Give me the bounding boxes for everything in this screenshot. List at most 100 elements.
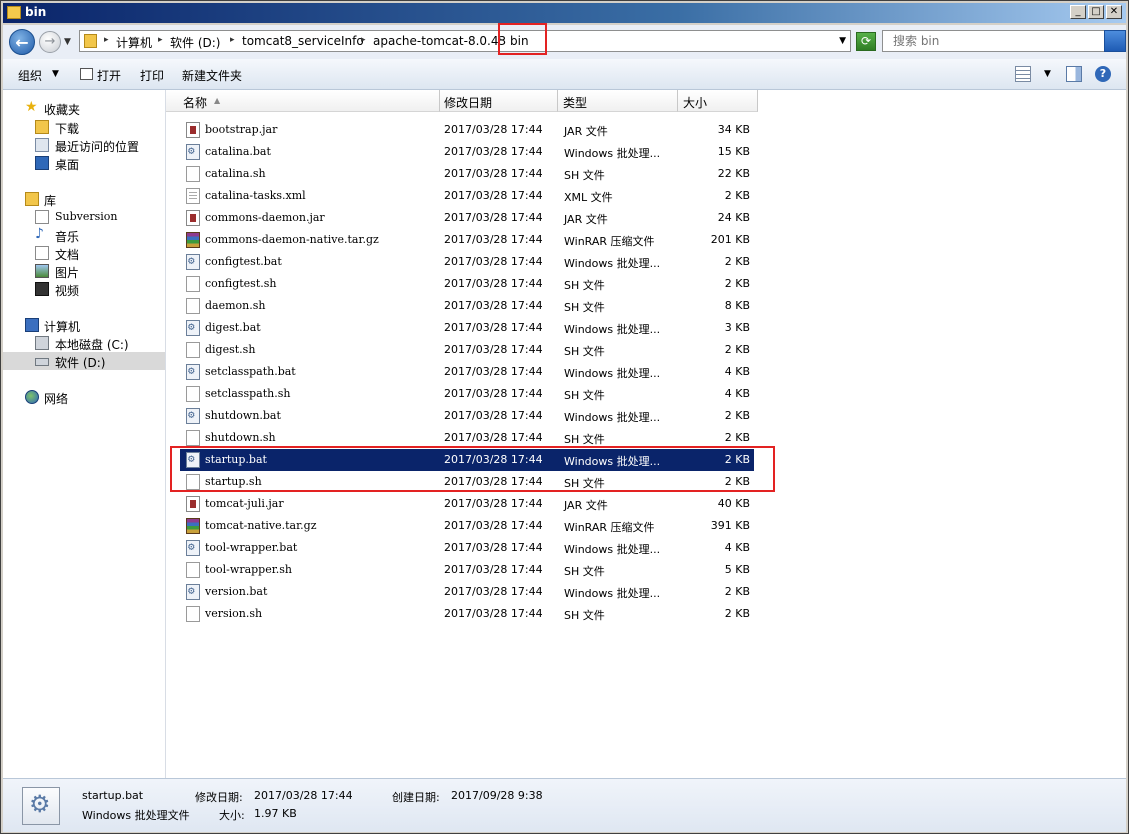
title-bar[interactable]: bin _ □ ✕ xyxy=(3,3,1126,23)
sidebar-item-computer[interactable]: 计算机 xyxy=(3,316,165,334)
file-row[interactable]: catalina-tasks.xml 2017/03/28 17:44 XML 文件… xyxy=(180,185,754,207)
file-row[interactable]: setclasspath.sh 2017/03/28 17:44 SH 文件 4 KB xyxy=(180,383,754,405)
file-name: commons-daemon-native.tar.gz xyxy=(205,233,379,246)
sidebar-item-downloads[interactable]: 下载 xyxy=(3,118,165,136)
recent-pages-chevron-icon[interactable]: ▼ xyxy=(64,37,71,47)
search-icon[interactable] xyxy=(1104,30,1126,52)
libraries-icon xyxy=(25,192,39,206)
file-name: tomcat-juli.jar xyxy=(205,497,284,510)
search-box[interactable] xyxy=(882,30,1126,52)
file-name: commons-daemon.jar xyxy=(205,211,325,224)
column-header-name[interactable]: 名称 ▲ xyxy=(166,90,440,112)
back-button[interactable]: ← xyxy=(9,29,35,55)
file-row[interactable]: catalina.sh 2017/03/28 17:44 SH 文件 22 KB xyxy=(180,163,754,185)
text-file-icon xyxy=(186,386,200,402)
text-file-icon xyxy=(186,166,200,182)
file-row[interactable]: tomcat-juli.jar 2017/03/28 17:44 JAR 文件 40 … xyxy=(180,493,754,515)
recent-places-icon xyxy=(35,138,49,152)
file-row[interactable]: version.bat 2017/03/28 17:44 Windows 批处理..… xyxy=(180,581,754,603)
sidebar-item-recent-places[interactable]: 最近访问的位置 xyxy=(3,136,165,154)
sidebar-item-favorites[interactable]: ★ 收藏夹 xyxy=(3,99,165,117)
file-size: 2 KB xyxy=(724,277,750,290)
file-row[interactable]: digest.sh 2017/03/28 17:44 SH 文件 2 KB xyxy=(180,339,754,361)
chevron-down-icon[interactable]: ▼ xyxy=(1044,69,1051,79)
refresh-button[interactable]: ⟳ xyxy=(856,32,876,51)
organize-button[interactable]: 组织 xyxy=(18,67,42,84)
file-row[interactable]: commons-daemon-native.tar.gz 2017/03/28 1… xyxy=(180,229,754,251)
file-size: 2 KB xyxy=(724,409,750,422)
file-name: setclasspath.sh xyxy=(205,387,291,400)
file-row[interactable]: daemon.sh 2017/03/28 17:44 SH 文件 8 KB xyxy=(180,295,754,317)
details-created-value: 2017/09/28 9:38 xyxy=(451,789,543,802)
text-file-icon xyxy=(186,298,200,314)
file-row[interactable]: tool-wrapper.sh 2017/03/28 17:44 SH 文件 5 KB xyxy=(180,559,754,581)
file-row[interactable]: catalina.bat 2017/03/28 17:44 Windows 批处理.… xyxy=(180,141,754,163)
column-header-size[interactable]: 大小 xyxy=(678,90,758,112)
chevron-right-icon[interactable]: ▸ xyxy=(361,35,366,45)
chevron-right-icon[interactable]: ▸ xyxy=(158,35,163,45)
sidebar-item-subversion[interactable]: Subversion xyxy=(3,208,165,226)
breadcrumb-tomcat-serviceinfo[interactable]: tomcat8_serviceInfo xyxy=(242,34,364,48)
sidebar-item-music[interactable]: ♪ 音乐 xyxy=(3,226,165,244)
file-type: SH 文件 xyxy=(564,345,605,358)
column-header-date[interactable]: 修改日期 xyxy=(440,90,558,112)
sidebar-item-libraries[interactable]: 库 xyxy=(3,190,165,208)
print-button[interactable]: 打印 xyxy=(140,67,164,84)
sidebar-item-desktop[interactable]: 桌面 xyxy=(3,154,165,172)
sidebar-item-documents[interactable]: 文档 xyxy=(3,244,165,262)
open-button[interactable]: 打开 xyxy=(97,67,121,84)
new-folder-button[interactable]: 新建文件夹 xyxy=(182,67,242,84)
file-type: Windows 批处理... xyxy=(564,367,661,380)
file-name: tool-wrapper.sh xyxy=(205,563,293,576)
help-icon[interactable]: ? xyxy=(1095,66,1111,82)
file-name: shutdown.sh xyxy=(205,431,276,444)
text-file-icon xyxy=(186,562,200,578)
file-date: 2017/03/28 17:44 xyxy=(444,255,543,268)
file-row[interactable]: configtest.sh 2017/03/28 17:44 SH 文件 2 KB xyxy=(180,273,754,295)
file-row[interactable]: tomcat-native.tar.gz 2017/03/28 17:44 WinR… xyxy=(180,515,754,537)
close-button[interactable]: ✕ xyxy=(1106,5,1122,19)
file-row[interactable]: setclasspath.bat 2017/03/28 17:44 Windows … xyxy=(180,361,754,383)
preview-pane-icon[interactable] xyxy=(1066,66,1082,82)
file-name: version.sh xyxy=(205,607,263,620)
file-row[interactable]: bootstrap.jar 2017/03/28 17:44 JAR 文件 34 KB xyxy=(180,119,754,141)
file-type: Windows 批处理... xyxy=(564,543,661,556)
chevron-down-icon[interactable]: ▼ xyxy=(52,69,59,79)
sidebar-item-software-d[interactable]: 软件 (D:) xyxy=(3,352,165,370)
navigation-pane: ★ 收藏夹 下载 最近访问的位置 桌面 库 Subversion ♪ 音乐 文档… xyxy=(3,90,166,778)
file-row[interactable]: configtest.bat 2017/03/28 17:44 Windows 批处… xyxy=(180,251,754,273)
batch-file-icon xyxy=(22,787,60,825)
breadcrumb-drive-d[interactable]: 软件 (D:) xyxy=(170,34,220,51)
file-row[interactable]: version.sh 2017/03/28 17:44 SH 文件 2 KB xyxy=(180,603,754,625)
chevron-down-icon[interactable]: ▼ xyxy=(839,36,846,46)
file-row[interactable]: tool-wrapper.bat 2017/03/28 17:44 Windows … xyxy=(180,537,754,559)
breadcrumb-apache-tomcat[interactable]: apache-tomcat-8.0.43 xyxy=(373,34,506,48)
breadcrumb-computer[interactable]: 计算机 xyxy=(116,34,152,51)
search-input[interactable] xyxy=(883,31,1123,51)
sidebar-item-pictures[interactable]: 图片 xyxy=(3,262,165,280)
forward-button[interactable]: → xyxy=(39,31,61,53)
maximize-button[interactable]: □ xyxy=(1088,5,1104,19)
chevron-right-icon[interactable]: ▸ xyxy=(104,35,109,45)
file-row[interactable]: commons-daemon.jar 2017/03/28 17:44 JAR 文件… xyxy=(180,207,754,229)
column-header-type[interactable]: 类型 xyxy=(558,90,678,112)
details-created-label: 创建日期: xyxy=(392,791,440,804)
address-bar[interactable]: ▸ 计算机 ▸ 软件 (D:) ▸ tomcat8_serviceInfo ▸ … xyxy=(79,30,851,52)
file-name: catalina-tasks.xml xyxy=(205,189,306,202)
downloads-folder-icon xyxy=(35,120,49,134)
file-type: SH 文件 xyxy=(564,279,605,292)
file-type: WinRAR 压缩文件 xyxy=(564,235,655,248)
sidebar-item-local-disk-c[interactable]: 本地磁盘 (C:) xyxy=(3,334,165,352)
file-name: shutdown.bat xyxy=(205,409,281,422)
sidebar-item-videos[interactable]: 视频 xyxy=(3,280,165,298)
file-row[interactable]: shutdown.bat 2017/03/28 17:44 Windows 批处理.… xyxy=(180,405,754,427)
minimize-button[interactable]: _ xyxy=(1070,5,1086,19)
sidebar-item-network[interactable]: 网络 xyxy=(3,388,165,406)
file-size: 22 KB xyxy=(717,167,750,180)
chevron-right-icon[interactable]: ▸ xyxy=(230,35,235,45)
view-options-icon[interactable] xyxy=(1015,66,1031,82)
file-date: 2017/03/28 17:44 xyxy=(444,409,543,422)
folder-icon xyxy=(7,6,21,19)
file-row[interactable]: digest.bat 2017/03/28 17:44 Windows 批处理...… xyxy=(180,317,754,339)
hard-drive-icon xyxy=(35,358,49,366)
